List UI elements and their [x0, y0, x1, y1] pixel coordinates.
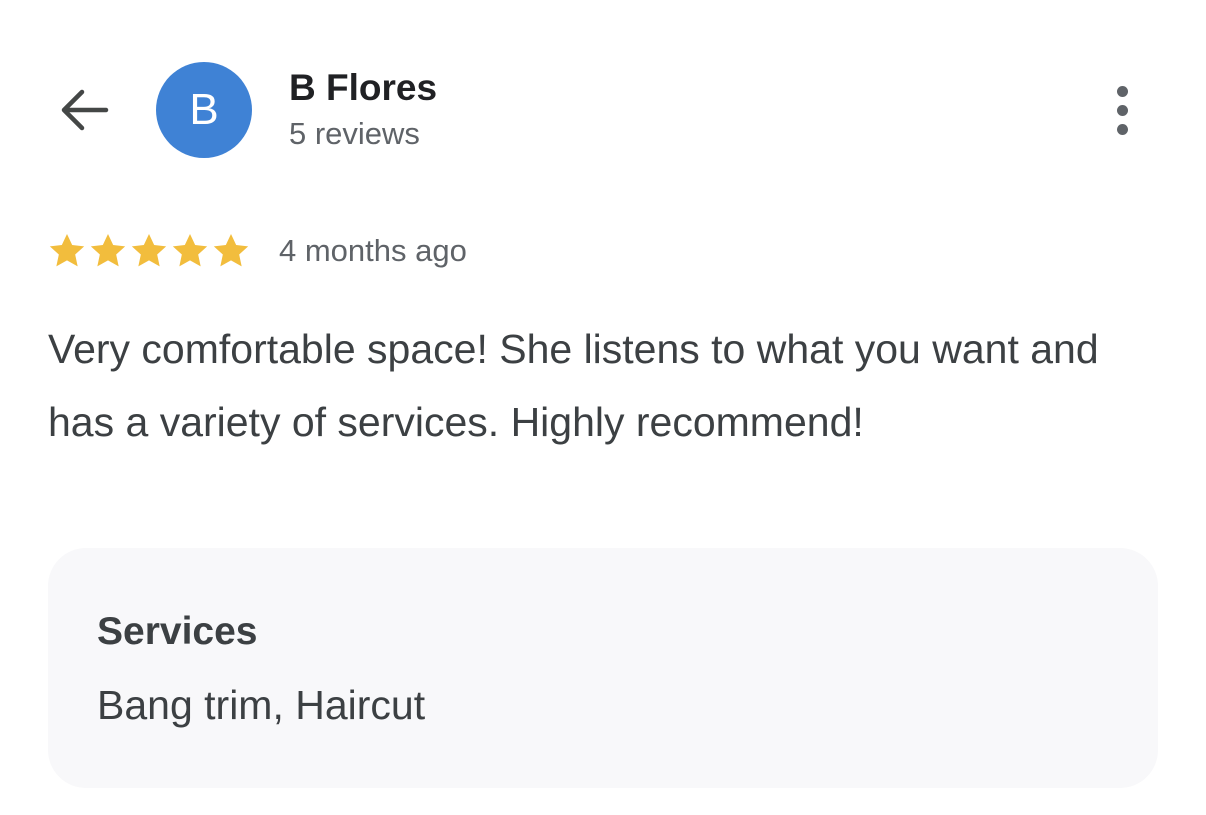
rating-row: 4 months ago	[47, 228, 467, 274]
star-rating	[47, 231, 251, 271]
arrow-left-icon	[61, 89, 109, 131]
star-icon	[49, 234, 85, 267]
review-date: 4 months ago	[279, 233, 467, 268]
reviewer-name[interactable]: B Flores	[289, 66, 437, 110]
more-vertical-icon-dot	[1116, 123, 1128, 135]
services-title: Services	[97, 610, 258, 653]
star-icon	[172, 234, 208, 267]
star-icon	[131, 234, 167, 267]
review-text: Very comfortable space! She listens to w…	[48, 326, 1099, 445]
review-count: 5 reviews	[289, 116, 420, 151]
more-vertical-icon-dot	[1116, 104, 1128, 116]
back-button[interactable]	[50, 76, 118, 144]
avatar[interactable]: B	[156, 62, 252, 158]
star-icon	[213, 234, 249, 267]
services-value: Bang trim, Haircut	[97, 682, 426, 728]
star-icon	[90, 234, 126, 267]
avatar-letter: B	[189, 85, 219, 134]
more-options-button[interactable]	[1096, 78, 1148, 142]
more-vertical-icon-dot	[1116, 85, 1128, 97]
services-card: Services Bang trim, Haircut	[48, 548, 1158, 788]
